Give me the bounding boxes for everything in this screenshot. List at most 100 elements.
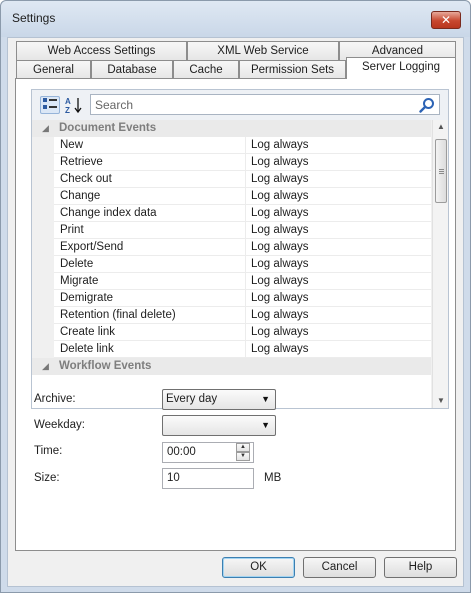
row-gutter	[32, 205, 54, 222]
row-gutter	[32, 222, 54, 239]
tab-server-logging[interactable]: Server Logging	[346, 57, 456, 79]
property-value[interactable]: Log always	[245, 341, 431, 358]
property-value[interactable]: Log always	[245, 324, 431, 341]
tab-cache[interactable]: Cache	[173, 60, 239, 79]
search-box[interactable]	[90, 94, 440, 115]
time-decrement-button[interactable]: ▼	[236, 452, 250, 461]
size-unit: MB	[264, 472, 282, 484]
property-value[interactable]: Log always	[245, 137, 431, 154]
row-gutter	[32, 273, 54, 290]
weekday-label: Weekday:	[34, 419, 85, 431]
scroll-down-arrow-icon[interactable]: ▼	[433, 394, 449, 408]
window-title: Settings	[12, 11, 56, 25]
property-name: Delete link	[60, 343, 114, 355]
tab-general[interactable]: General	[16, 60, 91, 79]
svg-text:A: A	[65, 97, 71, 106]
property-name: Demigrate	[60, 292, 114, 304]
property-name: Check out	[60, 173, 112, 185]
weekday-combo[interactable]: ▼	[162, 415, 276, 436]
row-gutter	[32, 137, 54, 154]
time-increment-button[interactable]: ▲	[236, 443, 250, 452]
settings-window: Settings ✕ Web Access Settings XML Web S…	[0, 0, 471, 593]
tab-permission-sets[interactable]: Permission Sets	[239, 60, 346, 79]
property-row[interactable]: New Log always	[32, 137, 431, 154]
svg-text:Z: Z	[65, 106, 70, 114]
property-name: Change	[60, 190, 101, 202]
property-row[interactable]: Check out Log always	[32, 171, 431, 188]
collapse-arrow-icon[interactable]: ◢	[42, 120, 49, 137]
property-name: Change index data	[60, 207, 157, 219]
property-row[interactable]: Print Log always	[32, 222, 431, 239]
categorized-view-icon	[43, 98, 57, 109]
row-gutter	[32, 324, 54, 341]
property-name: Delete	[60, 258, 94, 270]
property-value[interactable]: Log always	[245, 273, 431, 290]
chevron-up-icon: ▲	[240, 444, 246, 450]
dialog-client-area: Web Access Settings XML Web Service Adva…	[7, 37, 464, 587]
chevron-down-icon: ▼	[240, 453, 246, 459]
property-value[interactable]: Log always	[245, 307, 431, 324]
property-row[interactable]: Migrate Log always	[32, 273, 431, 290]
close-button[interactable]: ✕	[431, 11, 461, 29]
property-value[interactable]: Log always	[245, 222, 431, 239]
size-input[interactable]: 10	[162, 468, 254, 489]
row-gutter	[32, 154, 54, 171]
property-name: New	[60, 139, 84, 151]
category-workflow-events[interactable]: ◢ Workflow Events	[32, 358, 431, 375]
property-value[interactable]: Log always	[245, 205, 431, 222]
title-bar[interactable]: Settings ✕	[1, 1, 470, 37]
categorized-view-button[interactable]	[40, 96, 60, 114]
property-rows: ◢ Document Events New Log always Retrieve L…	[32, 120, 431, 408]
property-name: Migrate	[60, 275, 99, 287]
property-value[interactable]: Log always	[245, 188, 431, 205]
property-name: Retrieve	[60, 156, 103, 168]
row-gutter	[32, 256, 54, 273]
alphabetical-sort-button[interactable]: A Z	[64, 96, 84, 115]
archive-combo[interactable]: Every day ▼	[162, 389, 276, 410]
search-icon[interactable]	[419, 97, 435, 113]
category-document-events[interactable]: ◢ Document Events	[32, 120, 431, 137]
row-gutter	[32, 290, 54, 307]
tab-web-access-settings[interactable]: Web Access Settings	[16, 41, 187, 60]
ok-button[interactable]: OK	[222, 557, 295, 578]
tab-database[interactable]: Database	[91, 60, 173, 79]
row-gutter	[32, 188, 54, 205]
property-row[interactable]: Delete link Log always	[32, 341, 431, 358]
chevron-down-icon: ▼	[261, 420, 270, 430]
property-value[interactable]: Log always	[245, 290, 431, 307]
property-name: Export/Send	[60, 241, 124, 253]
property-row[interactable]: Export/Send Log always	[32, 239, 431, 256]
collapse-arrow-icon[interactable]: ◢	[42, 358, 49, 375]
property-row[interactable]: Retrieve Log always	[32, 154, 431, 171]
cancel-button[interactable]: Cancel	[303, 557, 376, 578]
property-value[interactable]: Log always	[245, 171, 431, 188]
row-gutter	[32, 171, 54, 188]
chevron-down-icon: ▼	[261, 394, 270, 404]
property-row[interactable]: Change index data Log always	[32, 205, 431, 222]
grid-toolbar: A Z	[32, 90, 448, 120]
search-input[interactable]	[95, 97, 405, 112]
property-value[interactable]: Log always	[245, 154, 431, 171]
property-row[interactable]: Retention (final delete) Log always	[32, 307, 431, 324]
property-row[interactable]: Delete Log always	[32, 256, 431, 273]
time-value: 00:00	[167, 446, 196, 458]
property-value[interactable]: Log always	[245, 239, 431, 256]
tab-xml-web-service[interactable]: XML Web Service	[187, 41, 339, 60]
grid-vertical-scrollbar[interactable]: ▲ ▼	[432, 120, 448, 408]
archive-value: Every day	[166, 393, 218, 405]
property-row[interactable]: Change Log always	[32, 188, 431, 205]
close-icon: ✕	[440, 13, 452, 27]
size-label: Size:	[34, 472, 60, 484]
scroll-up-arrow-icon[interactable]: ▲	[433, 120, 449, 134]
archive-label: Archive:	[34, 393, 76, 405]
property-row[interactable]: Demigrate Log always	[32, 290, 431, 307]
property-value[interactable]: Log always	[245, 256, 431, 273]
property-name: Retention (final delete)	[60, 309, 176, 321]
size-value: 10	[167, 472, 180, 484]
scroll-thumb[interactable]	[435, 139, 447, 203]
help-button[interactable]: Help	[384, 557, 457, 578]
time-label: Time:	[34, 445, 63, 457]
property-row[interactable]: Create link Log always	[32, 324, 431, 341]
row-gutter	[32, 341, 54, 358]
row-gutter	[32, 239, 54, 256]
